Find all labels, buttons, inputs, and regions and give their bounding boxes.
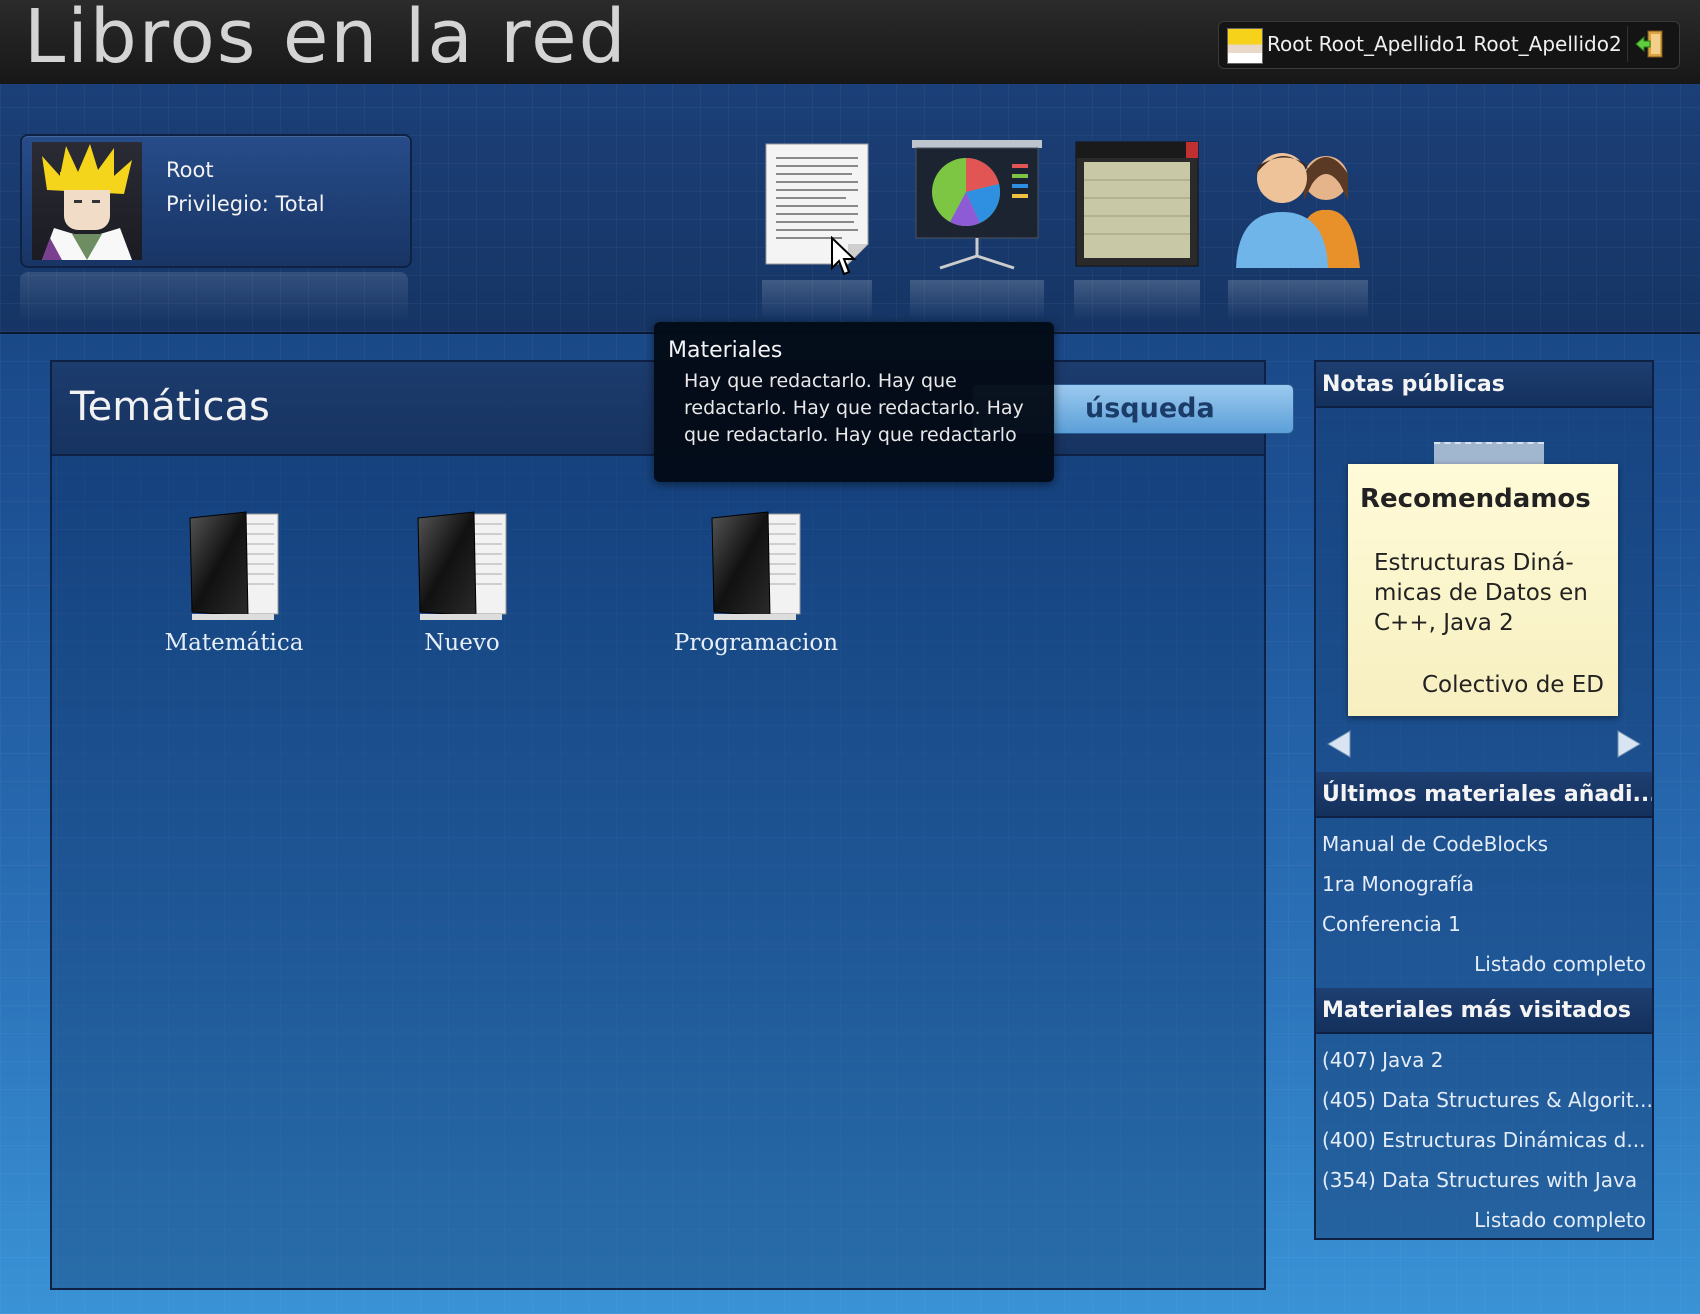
profile-card: Root Privilegio: Total: [20, 134, 412, 268]
app-title: Libros en la red: [24, 0, 628, 80]
latest-material-link[interactable]: 1ra Monografía: [1322, 872, 1474, 896]
tooltip-body: Hay que redactarlo. Hay que redactarlo. …: [684, 370, 1024, 446]
user-name: Root Root_Apellido1 Root_Apellido2: [1267, 32, 1622, 56]
arrow-right-icon: [1617, 730, 1641, 758]
logout-button[interactable]: [1627, 26, 1672, 62]
most-visited-link[interactable]: (405) Data Structures & Algorit...: [1322, 1088, 1653, 1112]
folder-icon: [711, 511, 801, 620]
folder-icon: [417, 511, 507, 620]
nav-reflection: [762, 280, 872, 320]
top-bar: Libros en la red Root Root_Apellido1 Roo…: [0, 0, 1700, 85]
profile-privilege: Privilegio: Total: [166, 192, 325, 216]
most-visited-link[interactable]: (407) Java 2: [1322, 1048, 1443, 1072]
nav-users[interactable]: [1228, 140, 1368, 272]
mouse-cursor-icon: [831, 236, 857, 276]
note-prev-button[interactable]: [1320, 724, 1360, 764]
user-menu[interactable]: Root Root_Apellido1 Root_Apellido2: [1218, 21, 1680, 69]
tematicas-panel: Temáticas úsqueda: [50, 360, 1294, 1290]
most-visited-link[interactable]: (354) Data Structures with Java: [1322, 1168, 1637, 1192]
nav-presentations[interactable]: [910, 138, 1044, 276]
latest-material-link[interactable]: Conferencia 1: [1322, 912, 1461, 936]
nav-board[interactable]: [1074, 140, 1200, 272]
folder-label: Matemática: [164, 630, 304, 656]
public-note: Recomendamos Estructuras Diná-micas de D…: [1348, 464, 1618, 716]
note-title: Recomendamos: [1360, 484, 1591, 514]
avatar-image: [42, 144, 132, 260]
notes-title: Notas públicas: [1316, 362, 1652, 408]
folder-item[interactable]: Programacion: [656, 510, 856, 656]
latest-materials-title: Últimos materiales añadi...: [1316, 772, 1652, 818]
page-title: Temáticas: [70, 384, 270, 430]
note-author: Colectivo de ED: [1421, 672, 1604, 698]
note-body: Estructuras Diná-micas de Datos en C++, …: [1374, 550, 1588, 636]
materiales-tooltip: Materiales Hay que redactarlo. Hay que r…: [654, 322, 1054, 482]
latest-material-link[interactable]: Manual de CodeBlocks: [1322, 832, 1548, 856]
folder-item[interactable]: Nuevo: [362, 510, 562, 656]
users-icon: [1236, 153, 1360, 268]
tooltip-title: Materiales: [668, 338, 783, 363]
nav-reflection: [1074, 280, 1200, 320]
latest-full-list-link[interactable]: Listado completo: [1474, 952, 1646, 976]
profile-reflection: [20, 272, 408, 322]
presentation-chart-icon: [912, 140, 1042, 270]
profile-name: Root: [166, 158, 214, 182]
most-visited-link[interactable]: (400) Estructuras Dinámicas d...: [1322, 1128, 1645, 1152]
user-avatar: [1227, 28, 1263, 64]
most-visited-title: Materiales más visitados: [1316, 988, 1652, 1034]
note-next-button[interactable]: [1608, 724, 1648, 764]
arrow-left-icon: [1327, 730, 1351, 758]
board-icon: [1075, 141, 1199, 267]
folder-item[interactable]: Matemática: [134, 510, 334, 656]
nav-reflection: [1228, 280, 1368, 320]
folder-icon: [189, 511, 279, 620]
most-visited-full-list-link[interactable]: Listado completo: [1474, 1208, 1646, 1232]
search-label: úsqueda: [1085, 393, 1215, 424]
nav-reflection: [910, 280, 1044, 320]
profile-avatar: [32, 142, 142, 260]
logout-door-icon: [1635, 30, 1663, 58]
folder-label: Programacion: [673, 630, 839, 656]
right-sidebar: Notas públicas Recomendamos Estructuras …: [1314, 360, 1654, 1240]
folder-label: Nuevo: [424, 630, 500, 656]
